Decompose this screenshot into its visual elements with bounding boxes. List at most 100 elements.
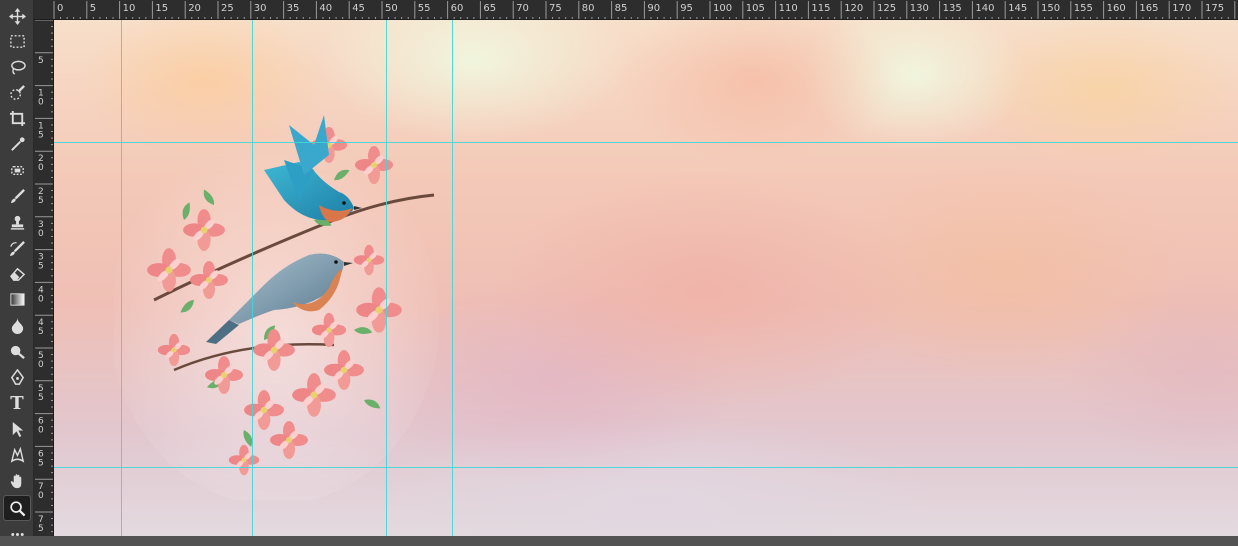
ruler-label: 5 xyxy=(38,393,44,403)
horizontal-guide[interactable] xyxy=(54,467,1238,468)
ruler-label: 0 xyxy=(38,294,44,304)
eraser-tool[interactable] xyxy=(4,261,30,285)
ruler-label: 90 xyxy=(647,3,660,14)
custom-shape-tool[interactable] xyxy=(4,443,30,467)
ruler-label: 5 xyxy=(38,56,44,66)
ruler-label: 125 xyxy=(877,3,896,14)
vertical-guide[interactable] xyxy=(452,20,453,536)
hand-icon xyxy=(10,473,21,488)
crop-tool[interactable] xyxy=(4,106,30,130)
ruler-label: 135 xyxy=(943,3,962,14)
type-tool[interactable]: T xyxy=(4,391,30,415)
history-brush-icon xyxy=(9,240,25,256)
ruler-label: 150 xyxy=(1041,3,1060,14)
ruler-label: 5 xyxy=(38,524,44,534)
ruler-label: 5 xyxy=(38,262,44,272)
ruler-label: 155 xyxy=(1074,3,1093,14)
ruler-label: 15 xyxy=(155,3,168,14)
ruler-label: 170 xyxy=(1172,3,1191,14)
eyedropper-icon xyxy=(10,136,25,151)
ruler-label: 5 xyxy=(38,327,44,337)
ruler-label: 100 xyxy=(713,3,732,14)
ruler-label: 45 xyxy=(352,3,365,14)
ruler-label: 105 xyxy=(746,3,765,14)
crop-icon xyxy=(9,110,25,126)
rectangular-marquee-tool[interactable] xyxy=(4,29,30,53)
bluebirds-on-pink-dogwood-painting xyxy=(114,115,439,500)
history-brush-tool[interactable] xyxy=(4,236,30,260)
eraser-icon xyxy=(9,267,25,281)
ruler-label: 40 xyxy=(319,3,332,14)
ruler-label: 5 xyxy=(38,196,44,206)
ruler-label: 10 xyxy=(123,3,136,14)
ruler-label: 5 xyxy=(90,3,96,14)
lasso-tool[interactable] xyxy=(4,55,30,79)
ruler-label: 0 xyxy=(38,491,44,501)
vertical-guide[interactable] xyxy=(386,20,387,536)
ruler-label: 80 xyxy=(582,3,595,14)
tools-panel: T xyxy=(0,0,34,536)
marquee-icon xyxy=(9,34,25,48)
horizontal-guide[interactable] xyxy=(54,142,1238,143)
move-icon xyxy=(8,7,26,25)
type-icon: T xyxy=(10,392,24,414)
lasso-icon xyxy=(10,60,26,75)
ruler-label: 165 xyxy=(1139,3,1158,14)
vertical-guide[interactable] xyxy=(121,20,122,536)
ruler-label: 20 xyxy=(188,3,201,14)
path-selection-tool[interactable] xyxy=(4,417,30,441)
ruler-label: 5 xyxy=(38,130,44,140)
ruler-label: 50 xyxy=(385,3,398,14)
brush-tool[interactable] xyxy=(4,184,30,208)
ruler-label: 0 xyxy=(38,360,44,370)
healing-icon xyxy=(10,165,24,175)
ruler-label: 130 xyxy=(910,3,929,14)
quick-selection-icon xyxy=(9,84,25,100)
dodge-icon xyxy=(10,345,25,359)
ruler-label: 65 xyxy=(483,3,496,14)
ruler-label: 30 xyxy=(254,3,267,14)
ruler-label: 175 xyxy=(1205,3,1224,14)
clone-stamp-tool[interactable] xyxy=(4,210,30,234)
ruler-label: 160 xyxy=(1107,3,1126,14)
ruler-label: 0 xyxy=(38,163,44,173)
ruler-label: 145 xyxy=(1008,3,1027,14)
quick-selection-tool[interactable] xyxy=(4,81,30,105)
spot-healing-tool[interactable] xyxy=(4,158,30,182)
vertical-ruler-ticks: 51015202530354045505560657075 xyxy=(35,20,53,534)
vertical-guide[interactable] xyxy=(252,20,253,536)
ruler-label: 35 xyxy=(287,3,300,14)
ruler-label: 0 xyxy=(38,229,44,239)
more-tools[interactable] xyxy=(4,522,30,546)
ruler-label: 0 xyxy=(38,98,44,108)
ruler-label: 5 xyxy=(38,458,44,468)
eyedropper-tool[interactable] xyxy=(4,132,30,156)
pen-tool[interactable] xyxy=(4,365,30,389)
ruler-label: 0 xyxy=(38,426,44,436)
ruler-label: 70 xyxy=(516,3,529,14)
custom-shape-icon xyxy=(10,446,24,463)
ruler-label: 110 xyxy=(779,3,798,14)
path-selection-icon xyxy=(12,421,23,437)
gradient-icon xyxy=(9,292,25,306)
brush-icon xyxy=(10,188,25,203)
ruler-label: 140 xyxy=(975,3,994,14)
ruler-label: 60 xyxy=(451,3,464,14)
blur-tool[interactable] xyxy=(4,313,30,337)
vertical-ruler[interactable]: 51015202530354045505560657075 xyxy=(34,20,54,536)
ruler-label: 0 xyxy=(57,3,63,14)
ruler-label: 75 xyxy=(549,3,562,14)
horizontal-ruler[interactable]: 0 5 10 15 20 25 30 35 40 45 50 55 60 65 70 75 80 85 90 95 10… xyxy=(34,0,1238,20)
blur-icon xyxy=(11,317,23,334)
document-canvas[interactable] xyxy=(54,20,1238,536)
ruler-label: 85 xyxy=(615,3,628,14)
zoom-tool[interactable] xyxy=(3,495,31,521)
ruler-label: 115 xyxy=(811,3,830,14)
zoom-icon xyxy=(9,500,25,516)
gradient-tool[interactable] xyxy=(4,287,30,311)
more-icon xyxy=(10,532,24,536)
hand-tool[interactable] xyxy=(4,469,30,493)
ruler-label: 120 xyxy=(844,3,863,14)
move-tool[interactable] xyxy=(4,4,30,28)
dodge-tool[interactable] xyxy=(4,339,30,363)
